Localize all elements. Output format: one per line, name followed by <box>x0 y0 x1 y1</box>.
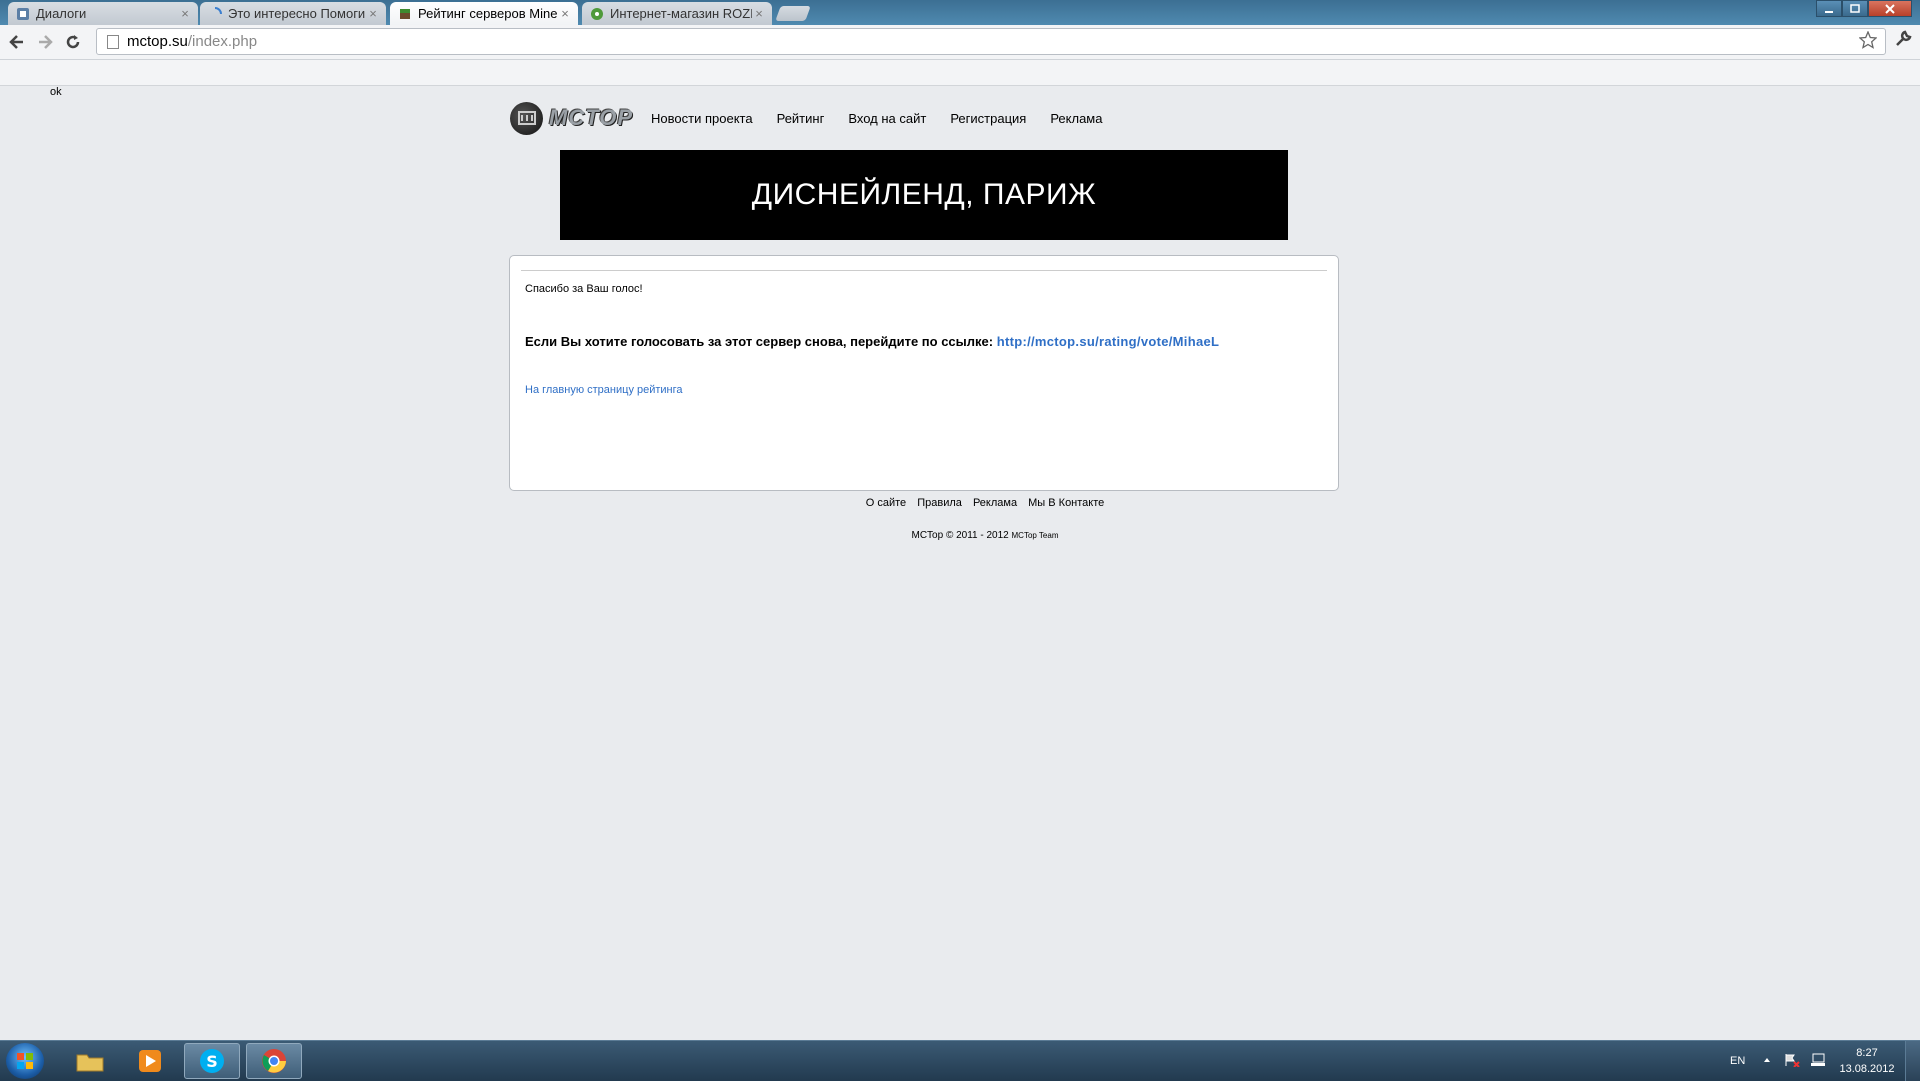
tab-mctop-rating[interactable]: Рейтинг серверов Minecra × <box>390 2 578 25</box>
window-controls <box>1816 0 1912 17</box>
tab-close-icon[interactable]: × <box>558 6 572 21</box>
revote-text: Если Вы хотите голосовать за этот сервер… <box>525 334 994 349</box>
nav-rating[interactable]: Рейтинг <box>777 111 825 126</box>
action-center-flag-icon[interactable] <box>1784 1053 1800 1070</box>
footer-ads[interactable]: Реклама <box>973 497 1017 509</box>
tab-title: Интернет-магазин ROZET <box>610 6 752 21</box>
main-nav: Новости проекта Рейтинг Вход на сайт Рег… <box>651 111 1126 126</box>
nav-news[interactable]: Новости проекта <box>651 111 753 126</box>
forward-icon[interactable] <box>34 31 56 53</box>
logo-text[interactable]: MCTOP <box>549 105 633 131</box>
page-icon <box>107 34 119 49</box>
show-desktop-button[interactable] <box>1905 1041 1920 1081</box>
tab-title: Диалоги <box>36 6 87 21</box>
windows-taskbar: S EN 8:27 13.08.2012 <box>0 1040 1920 1081</box>
back-icon[interactable] <box>6 31 28 53</box>
start-button[interactable] <box>6 1043 44 1079</box>
tab-close-icon[interactable]: × <box>178 6 192 21</box>
footer-rules[interactable]: Правила <box>917 497 962 509</box>
copyright-team: MCTop Team <box>1011 531 1059 540</box>
tab-dialogs[interactable]: Диалоги × <box>8 2 198 25</box>
tab-rozetka[interactable]: Интернет-магазин ROZET × <box>582 2 772 25</box>
thanks-message: Спасибо за Ваш голос! <box>525 283 643 295</box>
skype-taskbar-icon[interactable]: S <box>184 1043 240 1079</box>
bookmark-star-icon[interactable] <box>1858 30 1878 54</box>
language-indicator[interactable]: EN <box>1730 1055 1745 1067</box>
tab-close-icon[interactable]: × <box>752 6 766 21</box>
maximize-icon[interactable] <box>1842 0 1868 17</box>
site-header: MCTOP Новости проекта Рейтинг Вход на са… <box>510 99 1126 137</box>
rozetka-favicon-icon <box>590 7 604 21</box>
system-tray: EN <box>1730 1041 1745 1081</box>
vk-favicon-icon <box>16 7 30 21</box>
revote-link[interactable]: http://mctop.su/rating/vote/MihaeL <box>997 334 1220 349</box>
window-close-icon[interactable] <box>1868 0 1912 17</box>
tab-close-icon[interactable]: × <box>366 6 380 21</box>
url-host: mctop.su <box>127 33 188 50</box>
tab-interesting[interactable]: Это интересно Помоги GI × <box>200 2 386 25</box>
nav-login[interactable]: Вход на сайт <box>848 111 926 126</box>
address-bar[interactable]: mctop.su/index.php <box>96 28 1886 55</box>
clock-time: 8:27 <box>1856 1047 1878 1059</box>
footer-vk[interactable]: Мы В Контакте <box>1028 497 1104 509</box>
copyright-text: MCTop © 2011 - 2012 <box>911 530 1009 541</box>
wrench-menu-icon[interactable] <box>1894 30 1912 53</box>
loading-spinner-icon <box>208 6 222 21</box>
browser-toolbar: mctop.su/index.php <box>0 25 1920 60</box>
footer-about[interactable]: О сайте <box>866 497 906 509</box>
minimize-icon[interactable] <box>1816 0 1842 17</box>
vote-result-panel: Спасибо за Ваш голос! Если Вы хотите гол… <box>509 255 1339 491</box>
mctop-logo-icon[interactable] <box>510 101 543 135</box>
tab-title: Это интересно Помоги GI <box>228 6 366 21</box>
media-player-taskbar-icon[interactable] <box>122 1043 178 1079</box>
chrome-taskbar-icon[interactable] <box>246 1043 302 1079</box>
clock-date: 13.08.2012 <box>1839 1063 1895 1075</box>
reload-icon[interactable] <box>62 31 84 53</box>
browser-tabstrip: Диалоги × Это интересно Помоги GI × Рейт… <box>0 0 1920 25</box>
revote-message: Если Вы хотите голосовать за этот сервер… <box>525 334 1219 349</box>
show-hidden-icons-icon[interactable] <box>1762 1055 1772 1068</box>
copyright: MCTop © 2011 - 2012 MCTop Team <box>0 530 1920 541</box>
nav-ads[interactable]: Реклама <box>1050 111 1102 126</box>
new-tab-button[interactable] <box>775 6 811 21</box>
network-icon[interactable] <box>1810 1053 1826 1070</box>
nav-register[interactable]: Регистрация <box>950 111 1026 126</box>
tab-title: Рейтинг серверов Minecra <box>418 6 558 21</box>
explorer-taskbar-icon[interactable] <box>62 1043 118 1079</box>
ad-banner[interactable]: ДИСНЕЙЛЕНД, ПАРИЖ <box>560 150 1288 240</box>
bookmark-bar <box>0 60 1920 86</box>
banner-text: ДИСНЕЙЛЕНД, ПАРИЖ <box>751 178 1097 211</box>
home-link[interactable]: На главную страницу рейтинга <box>525 384 683 396</box>
minecraft-block-icon <box>398 7 412 21</box>
url-path: /index.php <box>187 33 258 50</box>
corner-text: ok <box>50 86 62 98</box>
clock[interactable]: 8:27 13.08.2012 <box>1832 1045 1902 1077</box>
svg-text:S: S <box>206 1052 218 1071</box>
tray-icons <box>1758 1041 1826 1081</box>
footer-links: О сайте Правила Реклама Мы В Контакте <box>0 497 1920 509</box>
divider <box>521 270 1327 271</box>
